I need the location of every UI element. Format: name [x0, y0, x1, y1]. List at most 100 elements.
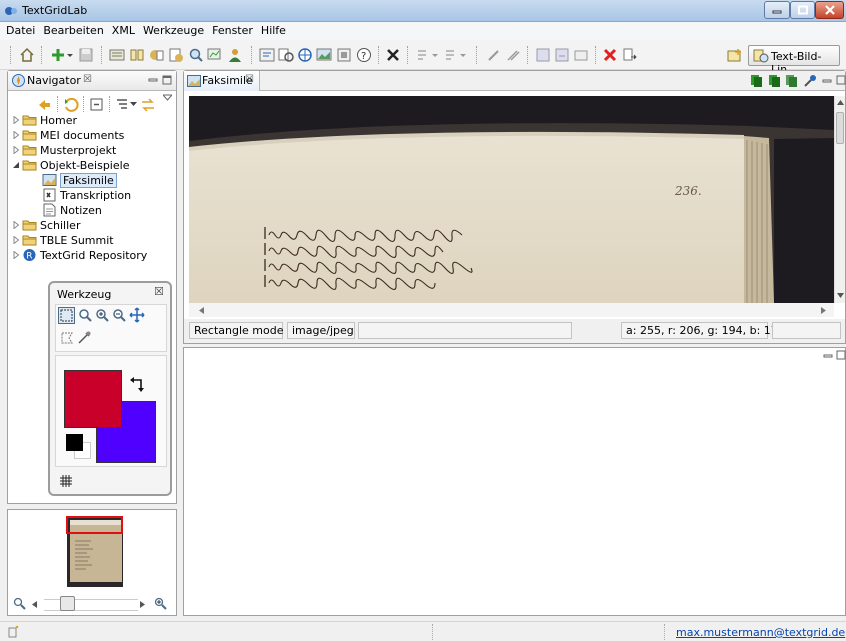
tree-item[interactable]: Faksimile	[8, 173, 176, 188]
user-account-link[interactable]: max.mustermann@textgrid.de	[676, 626, 845, 639]
publish-icon[interactable]	[149, 47, 165, 63]
zoom-in-icon[interactable]	[154, 597, 168, 611]
scroll-right-icon[interactable]	[821, 307, 826, 314]
tree-item[interactable]: TBLE Summit	[8, 233, 176, 248]
user-icon[interactable]	[227, 47, 243, 63]
collapse-arrow-icon[interactable]	[12, 161, 20, 169]
expand-arrow-icon[interactable]	[12, 116, 20, 124]
expand-arrow-icon[interactable]	[12, 221, 20, 229]
back-icon[interactable]	[36, 97, 52, 113]
tree-item[interactable]: MEI documents	[8, 128, 176, 143]
navigator-tab[interactable]: Navigator ☒	[8, 71, 176, 91]
layout-icon[interactable]	[336, 47, 352, 63]
previous-dropdown-icon[interactable]	[431, 47, 439, 63]
scroll-up-icon[interactable]	[837, 100, 844, 105]
foreground-color-swatch[interactable]	[64, 370, 122, 428]
polygon-select-icon[interactable]	[60, 331, 74, 345]
menu-xml[interactable]: XML	[108, 22, 139, 37]
close-faksimile-icon[interactable]: ☒	[245, 74, 254, 85]
filter-icon[interactable]	[115, 97, 131, 113]
zoom-slider-thumb[interactable]	[60, 596, 75, 611]
view-menu-icon[interactable]	[163, 94, 172, 102]
save-link-icon[interactable]	[535, 47, 551, 63]
faksimile-tab[interactable]: Faksimile ☒	[184, 71, 260, 91]
text-image-link-icon[interactable]	[278, 47, 294, 63]
menu-werkzeuge[interactable]: Werkzeuge	[139, 22, 208, 37]
menu-bearbeiten[interactable]: Bearbeiten	[39, 22, 107, 37]
default-foreground-swatch[interactable]	[66, 434, 83, 451]
save-icon[interactable]	[78, 47, 94, 63]
expand-arrow-icon[interactable]	[12, 251, 20, 259]
expand-arrow-icon[interactable]	[12, 236, 20, 244]
expand-arrow-icon[interactable]	[12, 131, 20, 139]
link-pen-icon[interactable]	[505, 47, 521, 63]
scroll-left-icon[interactable]	[199, 307, 204, 314]
previous-annotation-icon[interactable]	[415, 47, 431, 63]
text-image-link-perspective-button[interactable]: Text-Bild-Lin...	[748, 45, 840, 76]
zoom-slider-track[interactable]	[44, 599, 138, 611]
grid-icon[interactable]	[60, 475, 72, 487]
move-icon[interactable]	[129, 307, 145, 323]
home-icon[interactable]	[19, 47, 35, 63]
zoom-icon[interactable]	[78, 308, 93, 323]
tree-item[interactable]: Objekt-Beispiele	[8, 158, 176, 173]
filter-dropdown-icon[interactable]	[130, 101, 137, 107]
expand-arrow-icon[interactable]	[12, 146, 20, 154]
maximize-view-icon[interactable]	[836, 350, 846, 360]
book-icon[interactable]	[129, 47, 145, 63]
tree-item[interactable]: Musterprojekt	[8, 143, 176, 158]
xml-editor-icon[interactable]	[259, 47, 275, 63]
close-button[interactable]	[815, 1, 844, 19]
maximize-view-icon[interactable]	[162, 75, 172, 85]
maximize-view-icon[interactable]	[836, 75, 846, 85]
scroll-down-icon[interactable]	[837, 293, 844, 298]
link-editor-icon[interactable]	[140, 97, 156, 113]
fast-view-icon[interactable]	[8, 625, 20, 638]
refresh-icon[interactable]	[63, 97, 79, 113]
tree-item[interactable]: R TextGrid Repository	[8, 248, 176, 263]
minimize-button[interactable]	[764, 1, 790, 19]
duplicate-shape-icon[interactable]	[785, 74, 798, 88]
network-icon[interactable]	[297, 47, 313, 63]
graph-icon[interactable]	[207, 47, 223, 63]
slider-left-icon[interactable]	[32, 601, 38, 608]
add-shape-icon[interactable]	[768, 74, 781, 88]
remove-link-icon[interactable]	[602, 47, 618, 63]
horizontal-scrollbar[interactable]	[189, 303, 834, 317]
color-picker-icon[interactable]	[77, 330, 92, 345]
menu-hilfe[interactable]: Hilfe	[257, 22, 290, 37]
export-icon[interactable]	[622, 47, 638, 63]
link-editor-icon[interactable]	[573, 47, 589, 63]
menu-fenster[interactable]: Fenster	[208, 22, 257, 37]
zoom-out-icon[interactable]	[112, 308, 127, 323]
close-werkzeug-icon[interactable]: ☒	[154, 285, 164, 298]
tree-item[interactable]: Notizen	[8, 203, 176, 218]
minimize-view-icon[interactable]	[822, 77, 832, 85]
image-icon[interactable]	[316, 47, 332, 63]
slider-right-icon[interactable]	[140, 601, 146, 608]
menu-datei[interactable]: Datei	[0, 22, 39, 37]
help-icon[interactable]: ?	[356, 47, 372, 63]
next-dropdown-icon[interactable]	[459, 47, 467, 63]
tree-item[interactable]: Transkription	[8, 188, 176, 203]
zoom-in-icon[interactable]	[95, 308, 110, 323]
viewport-frame[interactable]	[66, 516, 123, 534]
new-dropdown-icon[interactable]	[66, 47, 74, 63]
close-navigator-icon[interactable]: ☒	[83, 74, 92, 85]
collapse-all-icon[interactable]	[89, 97, 105, 113]
rectangle-select-icon[interactable]	[58, 307, 75, 324]
workspace-icon[interactable]	[109, 47, 125, 63]
vertical-scrollbar[interactable]	[834, 96, 845, 303]
swap-colors-icon[interactable]	[129, 376, 147, 394]
zoom-out-icon[interactable]	[13, 597, 27, 611]
next-annotation-icon[interactable]	[443, 47, 459, 63]
delete-icon[interactable]	[385, 47, 401, 63]
metadata-icon[interactable]	[168, 47, 184, 63]
pen-icon[interactable]	[486, 47, 502, 63]
settings-wrench-icon[interactable]	[803, 74, 817, 88]
new-icon[interactable]	[50, 47, 66, 63]
minimize-view-icon[interactable]	[148, 76, 158, 84]
minimize-view-icon[interactable]	[823, 352, 833, 360]
search-icon[interactable]	[188, 47, 204, 63]
faksimile-image-canvas[interactable]: 236.	[189, 96, 834, 303]
